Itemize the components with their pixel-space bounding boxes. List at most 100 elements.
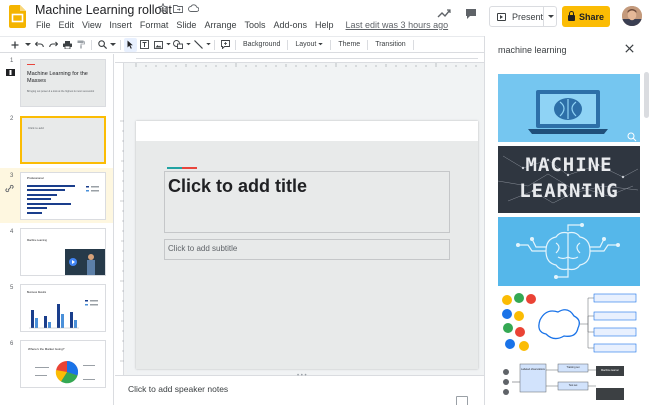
- result-caption-line2: LEARNING: [519, 180, 619, 202]
- slide-thumbnail-1[interactable]: Machine Learning for the Masses Bringing…: [20, 59, 106, 107]
- title-placeholder-box[interactable]: Click to add title: [164, 171, 450, 233]
- result-caption-line1: MACHINE: [525, 154, 613, 176]
- star-icon[interactable]: [158, 3, 168, 13]
- toolbar-divider: [235, 39, 236, 50]
- slide-header-band: [136, 121, 478, 141]
- new-slide-icon[interactable]: [6, 38, 24, 52]
- image-result-laptop-brain[interactable]: [498, 74, 640, 142]
- grid-view-icon[interactable]: [456, 396, 468, 405]
- share-label: Share: [578, 11, 604, 22]
- explore-image-results: MACHINE LEARNING Labeled observations Tr…: [497, 74, 641, 405]
- slide-number: 3: [10, 173, 14, 179]
- comments-icon[interactable]: [465, 8, 477, 20]
- slide-number: 2: [10, 116, 14, 122]
- menu-arrange[interactable]: Arrange: [204, 20, 236, 30]
- present-label: Present: [512, 11, 544, 22]
- redo-icon[interactable]: [46, 38, 60, 52]
- activity-dashboard-icon[interactable]: [437, 9, 451, 19]
- toolbar: Background Layout Theme Transition: [0, 36, 484, 53]
- toolbar-divider: [330, 39, 332, 50]
- bar-chart-thumbnail-icon: [27, 185, 99, 214]
- thumb-title: Machine Learning: [27, 239, 47, 242]
- title-placeholder[interactable]: Click to add title: [168, 176, 307, 197]
- line-icon[interactable]: [191, 38, 205, 52]
- thumb-accent: [27, 64, 35, 65]
- print-icon[interactable]: [60, 38, 74, 52]
- new-slide-layout-chevron-icon[interactable]: [24, 38, 32, 52]
- slide-thumbnail-4[interactable]: Machine Learning: [20, 228, 106, 276]
- shape-icon[interactable]: [171, 38, 185, 52]
- slide-canvas[interactable]: Click to add title Click to add subtitle: [115, 54, 484, 375]
- menu-tools[interactable]: Tools: [244, 20, 265, 30]
- image-result-ml-process[interactable]: Labeled observations Training set Machin…: [498, 360, 640, 405]
- last-edit-link[interactable]: Last edit was 3 hours ago: [346, 20, 449, 30]
- chevron-down-icon[interactable]: [548, 15, 554, 18]
- speaker-notes[interactable]: • • • Click to add speaker notes: [115, 373, 484, 405]
- slide-thumbnail-3[interactable]: Professional: [20, 172, 106, 220]
- notes-resize-handle[interactable]: • • •: [297, 373, 307, 379]
- ruler-ticks: [120, 120, 124, 362]
- line-chevron-icon[interactable]: [205, 38, 211, 52]
- layout-label: Layout: [295, 41, 317, 48]
- diagram-label: Machine learner: [601, 369, 619, 372]
- document-title[interactable]: Machine Learning rollout: [35, 3, 172, 17]
- menu-format[interactable]: Format: [140, 20, 169, 30]
- subtitle-placeholder-box[interactable]: Click to add subtitle: [164, 239, 450, 260]
- circuit-brain-illustration-icon: [498, 217, 640, 286]
- vertical-ruler[interactable]: [115, 63, 124, 375]
- link-icon: [5, 184, 14, 193]
- slide-number: 5: [10, 285, 14, 291]
- close-icon[interactable]: [625, 44, 634, 53]
- subtitle-placeholder[interactable]: Click to add subtitle: [168, 244, 237, 253]
- layout-button[interactable]: Layout: [291, 38, 327, 52]
- present-button[interactable]: Present: [489, 6, 557, 27]
- menu-slide[interactable]: Slide: [176, 20, 196, 30]
- zoom-icon[interactable]: [95, 38, 109, 52]
- toolbar-divider: [287, 39, 289, 50]
- title-icons: [158, 3, 199, 13]
- toolbar-divider: [214, 39, 215, 50]
- current-slide[interactable]: Click to add title Click to add subtitle: [136, 121, 478, 369]
- explore-panel: machine learning MACHINE LEARNING Labele…: [484, 36, 650, 405]
- paint-format-icon[interactable]: [74, 38, 88, 52]
- menu-view[interactable]: View: [82, 20, 101, 30]
- transition-button[interactable]: Transition: [371, 38, 409, 52]
- text-box-icon[interactable]: [137, 38, 151, 52]
- menu-help[interactable]: Help: [315, 20, 334, 30]
- slides-logo-icon[interactable]: [9, 5, 26, 28]
- ruler-ticks: [135, 58, 478, 67]
- laptop-brain-illustration-icon: [498, 74, 640, 142]
- share-button[interactable]: Share: [562, 6, 610, 27]
- image-result-brain-flowchart[interactable]: [498, 290, 640, 356]
- select-cursor-icon[interactable]: [124, 37, 137, 52]
- slide-thumbnail-6[interactable]: Where's the Market Going?: [20, 340, 106, 388]
- zoom-chevron-icon[interactable]: [109, 38, 117, 52]
- header: Machine Learning rollout File Edit View …: [0, 0, 650, 36]
- slide-thumbnail-5[interactable]: Business Results: [20, 284, 106, 332]
- add-comment-icon[interactable]: [218, 38, 232, 52]
- lock-icon: [567, 10, 575, 21]
- menu-edit[interactable]: Edit: [59, 20, 75, 30]
- thumb-title: Click to add: [28, 126, 44, 130]
- image-result-circuit-brain[interactable]: [498, 217, 640, 286]
- toolbar-divider: [367, 39, 369, 50]
- slide-thumbnail-2[interactable]: Click to add: [20, 116, 106, 164]
- slide-number: 1: [10, 58, 14, 64]
- image-result-machine-learning-text[interactable]: MACHINE LEARNING: [498, 146, 640, 213]
- brain-flowchart-diagram-icon: [502, 293, 637, 353]
- avatar[interactable]: [622, 6, 642, 26]
- cloud-saved-icon[interactable]: [188, 4, 199, 12]
- menu-add-ons[interactable]: Add-ons: [273, 20, 307, 30]
- column-chart-thumbnail-icon: [29, 300, 98, 329]
- menu-file[interactable]: File: [36, 20, 51, 30]
- theme-button[interactable]: Theme: [334, 38, 364, 52]
- move-to-folder-icon[interactable]: [173, 4, 183, 13]
- explore-scrollbar[interactable]: [644, 72, 649, 118]
- image-icon[interactable]: [151, 38, 165, 52]
- horizontal-ruler[interactable]: [115, 54, 484, 67]
- speaker-notes-placeholder[interactable]: Click to add speaker notes: [128, 384, 228, 394]
- explore-search-query[interactable]: machine learning: [498, 45, 567, 55]
- background-button[interactable]: Background: [239, 38, 284, 52]
- undo-icon[interactable]: [32, 38, 46, 52]
- menu-insert[interactable]: Insert: [109, 20, 132, 30]
